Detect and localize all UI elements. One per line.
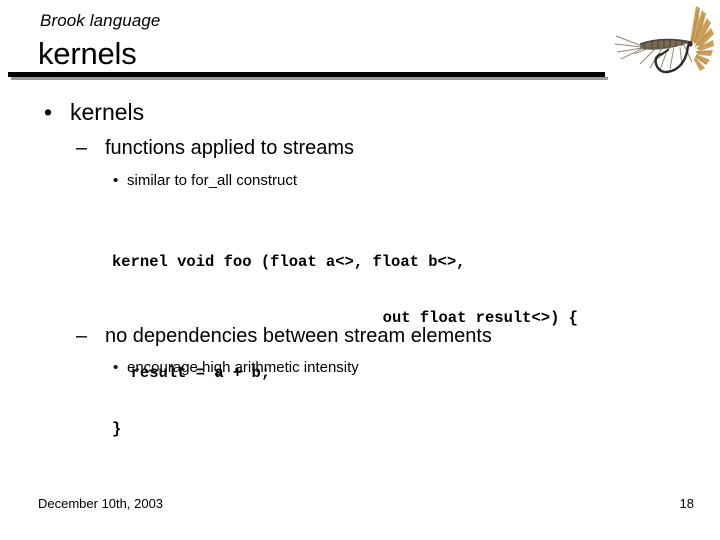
- slide: Brook language kernels • kernels – funct…: [0, 0, 720, 540]
- bullet-marker-dot: •: [113, 172, 119, 189]
- bullet-text: kernels: [70, 99, 145, 125]
- fishing-fly-image: [612, 2, 718, 92]
- bullet-text: similar to for_all construct: [127, 172, 298, 189]
- code-line: }: [112, 419, 122, 438]
- bullet-text: no dependencies between stream elements: [105, 325, 492, 347]
- bullet-level3-encourage: • encourage high arithmetic intensity: [113, 358, 359, 377]
- page-title: kernels: [38, 36, 137, 71]
- bullet-text: encourage high arithmetic intensity: [127, 359, 359, 376]
- bullet-marker-dot: •: [113, 359, 119, 376]
- code-line: kernel void foo (float a<>, float b<>,: [112, 253, 466, 271]
- title-rule-shadow: [11, 77, 608, 80]
- footer-date: December 10th, 2003: [38, 496, 164, 511]
- bullet-level2-no-dependencies: – no dependencies between stream elements: [76, 324, 492, 349]
- bullet-level1-kernels: • kernels: [44, 98, 144, 126]
- bullet-level3-similar: • similar to for_all construct: [113, 171, 297, 190]
- bullet-marker-dash: –: [76, 325, 88, 347]
- bullet-marker-dash: –: [76, 137, 88, 159]
- title-rule: [8, 72, 605, 77]
- bullet-text: functions applied to streams: [105, 137, 355, 159]
- footer-page-number: 18: [679, 496, 694, 511]
- bullet-marker-dot: •: [44, 99, 53, 125]
- slide-kicker: Brook language: [40, 11, 161, 30]
- bullet-level2-functions: – functions applied to streams: [76, 136, 354, 161]
